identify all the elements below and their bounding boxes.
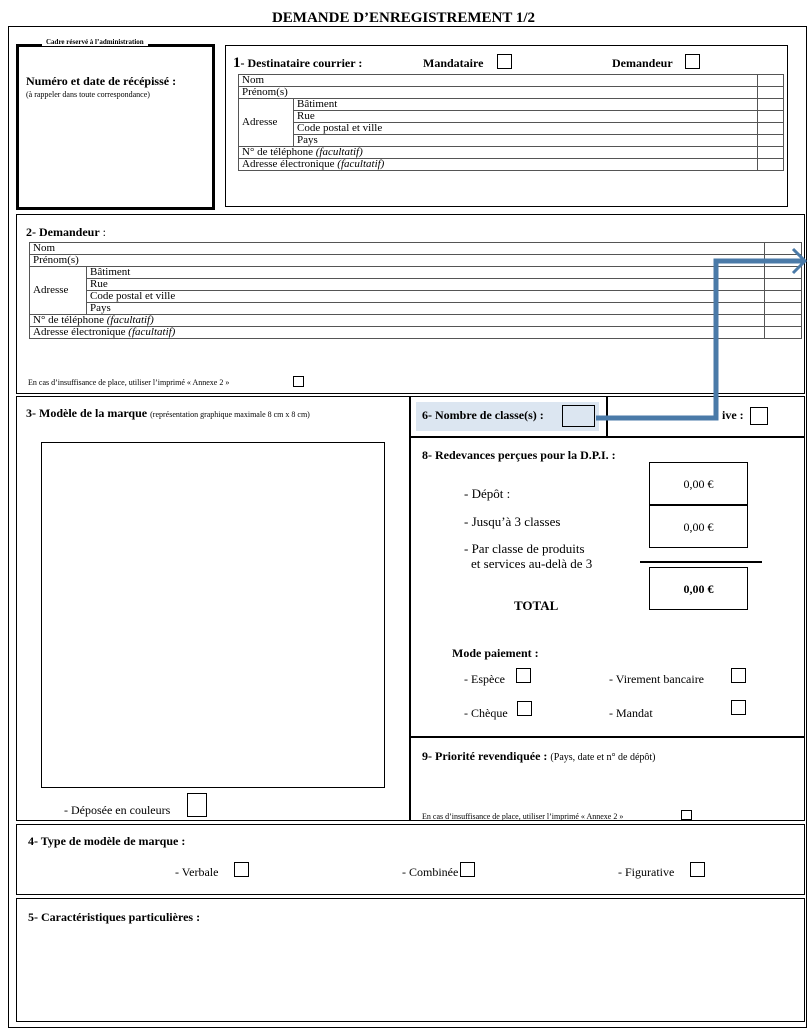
- arrow-line: [596, 258, 803, 421]
- blue-arrow-overlay: [596, 247, 807, 421]
